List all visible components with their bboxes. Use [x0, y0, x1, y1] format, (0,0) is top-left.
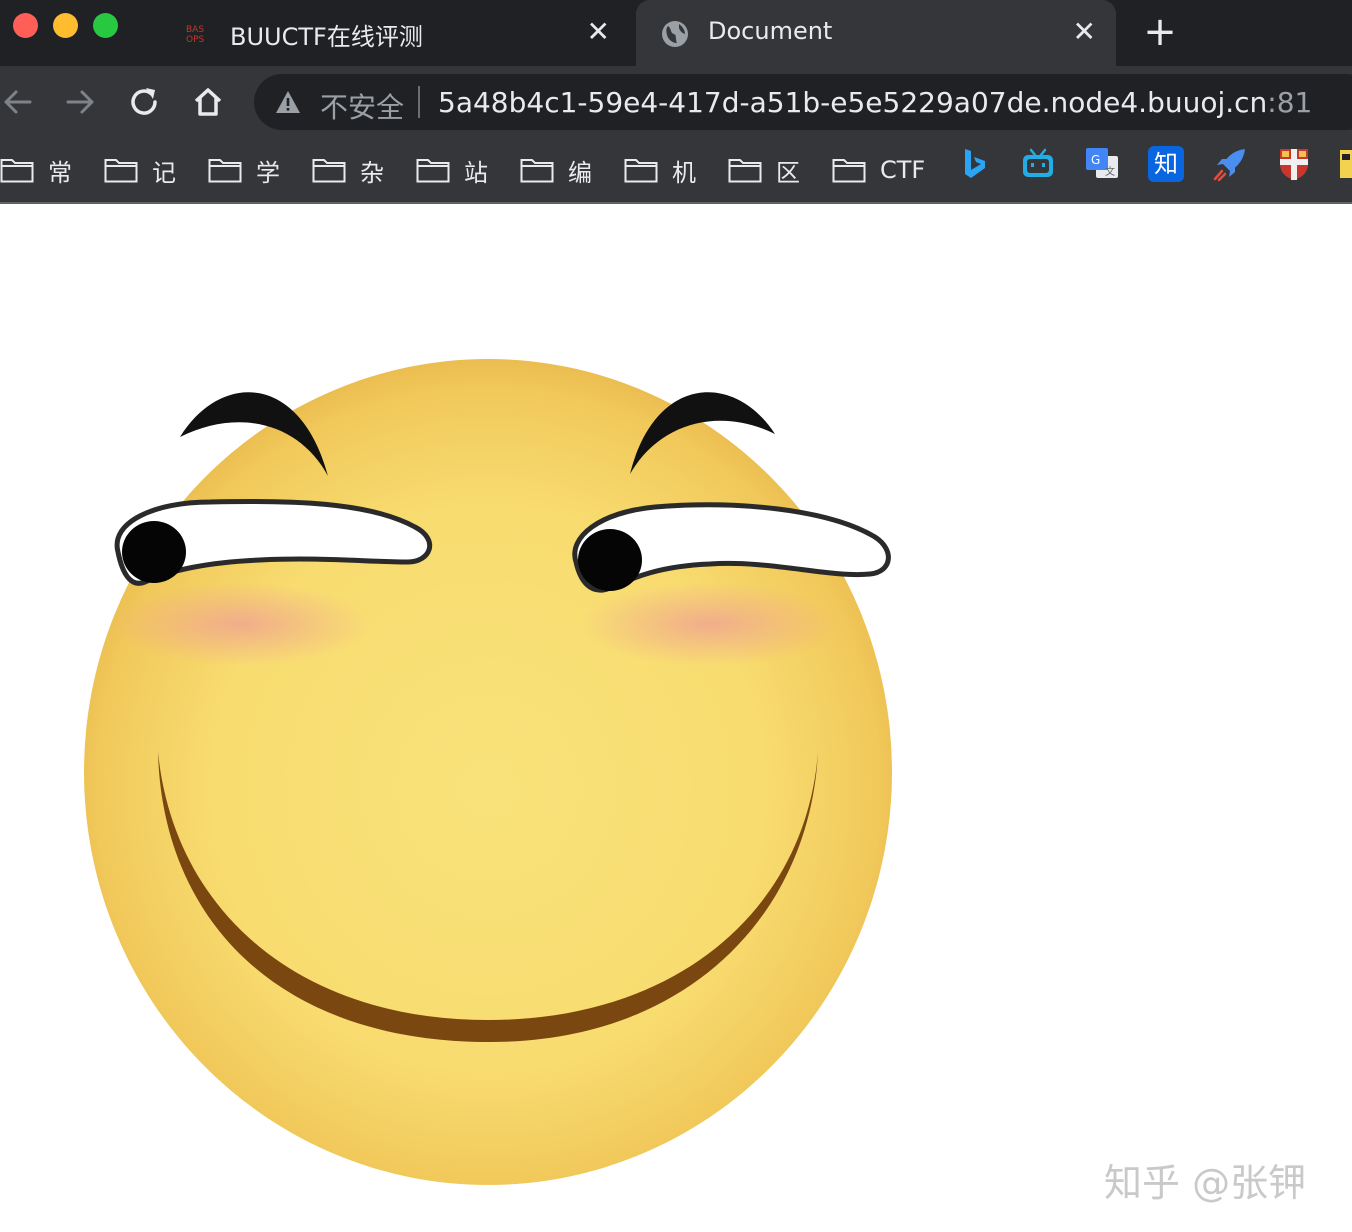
new-tab-button[interactable]: + — [1140, 12, 1180, 52]
cambridge-crest-icon[interactable] — [1276, 146, 1312, 182]
bookmark-folder-label: 记 — [152, 158, 176, 187]
close-tab-icon[interactable]: ✕ — [1073, 16, 1096, 48]
bookmark-folder-8[interactable]: 区 — [728, 150, 800, 190]
extra-icon[interactable] — [1340, 146, 1352, 182]
address-bar[interactable]: 不安全 5a48b4c1-59e4-417d-a51b-e5e5229a07de… — [254, 74, 1352, 130]
svg-text:G: G — [1091, 153, 1100, 167]
bookmark-folder-1[interactable]: 常 — [0, 150, 72, 190]
bilibili-icon[interactable] — [1020, 146, 1056, 182]
bookmark-folder-4[interactable]: 杂 — [312, 150, 384, 190]
svg-text:文: 文 — [1105, 165, 1115, 178]
bookmark-folder-ctf[interactable]: CTF — [832, 150, 925, 190]
close-tab-icon[interactable]: ✕ — [587, 16, 610, 48]
omnibox-separator — [418, 86, 420, 118]
browser-chrome: BAS OPS BUUCTF在线评测 ✕ Document ✕ + 不安全 5a… — [0, 0, 1352, 204]
bookmark-folder-2[interactable]: 记 — [104, 150, 176, 190]
bookmark-folder-label: 区 — [776, 158, 800, 187]
globe-icon — [662, 21, 688, 47]
bookmark-folder-6[interactable]: 编 — [520, 150, 592, 190]
home-icon[interactable] — [188, 82, 228, 122]
tab-title: BUUCTF在线评测 — [230, 23, 423, 51]
bookmark-folder-3[interactable]: 学 — [208, 150, 280, 190]
bookmark-folder-label: 机 — [672, 158, 696, 187]
google-translate-icon[interactable]: G 文 — [1084, 146, 1120, 182]
tab-document[interactable]: Document ✕ — [636, 0, 1116, 66]
tab-strip: BAS OPS BUUCTF在线评测 ✕ Document ✕ + — [0, 0, 1352, 66]
folder-icon — [520, 159, 554, 183]
folder-icon — [624, 159, 658, 183]
warning-icon[interactable] — [274, 88, 302, 116]
folder-icon — [104, 159, 138, 183]
bookmark-folder-label: 学 — [256, 158, 280, 187]
bookmark-folder-label: 编 — [568, 158, 592, 187]
bookmark-folder-label: 站 — [464, 158, 488, 187]
bookmark-folder-7[interactable]: 机 — [624, 150, 696, 190]
folder-icon — [208, 159, 242, 183]
reload-icon[interactable] — [124, 82, 164, 122]
bookmark-folder-5[interactable]: 站 — [416, 150, 488, 190]
tab-buuctf[interactable]: BAS OPS BUUCTF在线评测 ✕ — [170, 0, 630, 66]
url-text[interactable]: 5a48b4c1-59e4-417d-a51b-e5e5229a07de.nod… — [438, 86, 1312, 119]
tab-title: Document — [708, 17, 833, 45]
minimize-window-button[interactable] — [53, 13, 78, 38]
url-host: 5a48b4c1-59e4-417d-a51b-e5e5229a07de.nod… — [438, 86, 1268, 119]
zhihu-icon[interactable]: 知 — [1148, 146, 1184, 182]
maximize-window-button[interactable] — [93, 13, 118, 38]
close-window-button[interactable] — [13, 13, 38, 38]
folder-icon — [728, 159, 762, 183]
forward-icon[interactable] — [60, 82, 100, 122]
bing-icon[interactable] — [956, 146, 992, 182]
back-icon[interactable] — [0, 82, 40, 122]
buuctf-favicon-icon: BAS OPS — [186, 25, 205, 45]
zhihu-watermark: 知乎 @张钾 — [1104, 1161, 1307, 1205]
folder-icon — [0, 159, 34, 183]
toolbar: 不安全 5a48b4c1-59e4-417d-a51b-e5e5229a07de… — [0, 66, 1352, 138]
bookmark-folder-label: 杂 — [360, 158, 384, 187]
svg-text:OPS: OPS — [186, 35, 205, 45]
rocket-icon[interactable] — [1212, 146, 1248, 182]
page-content: 知乎 @张钾 — [0, 204, 1352, 1232]
url-port: :81 — [1267, 86, 1313, 119]
bookmark-folder-label: 常 — [48, 158, 72, 187]
folder-icon — [832, 159, 866, 183]
svg-text:BAS: BAS — [186, 25, 204, 35]
bookmark-folder-label: CTF — [880, 156, 926, 184]
not-secure-label[interactable]: 不安全 — [320, 86, 404, 126]
smirking-emoji-image — [84, 359, 892, 1185]
folder-icon — [312, 159, 346, 183]
folder-icon — [416, 159, 450, 183]
